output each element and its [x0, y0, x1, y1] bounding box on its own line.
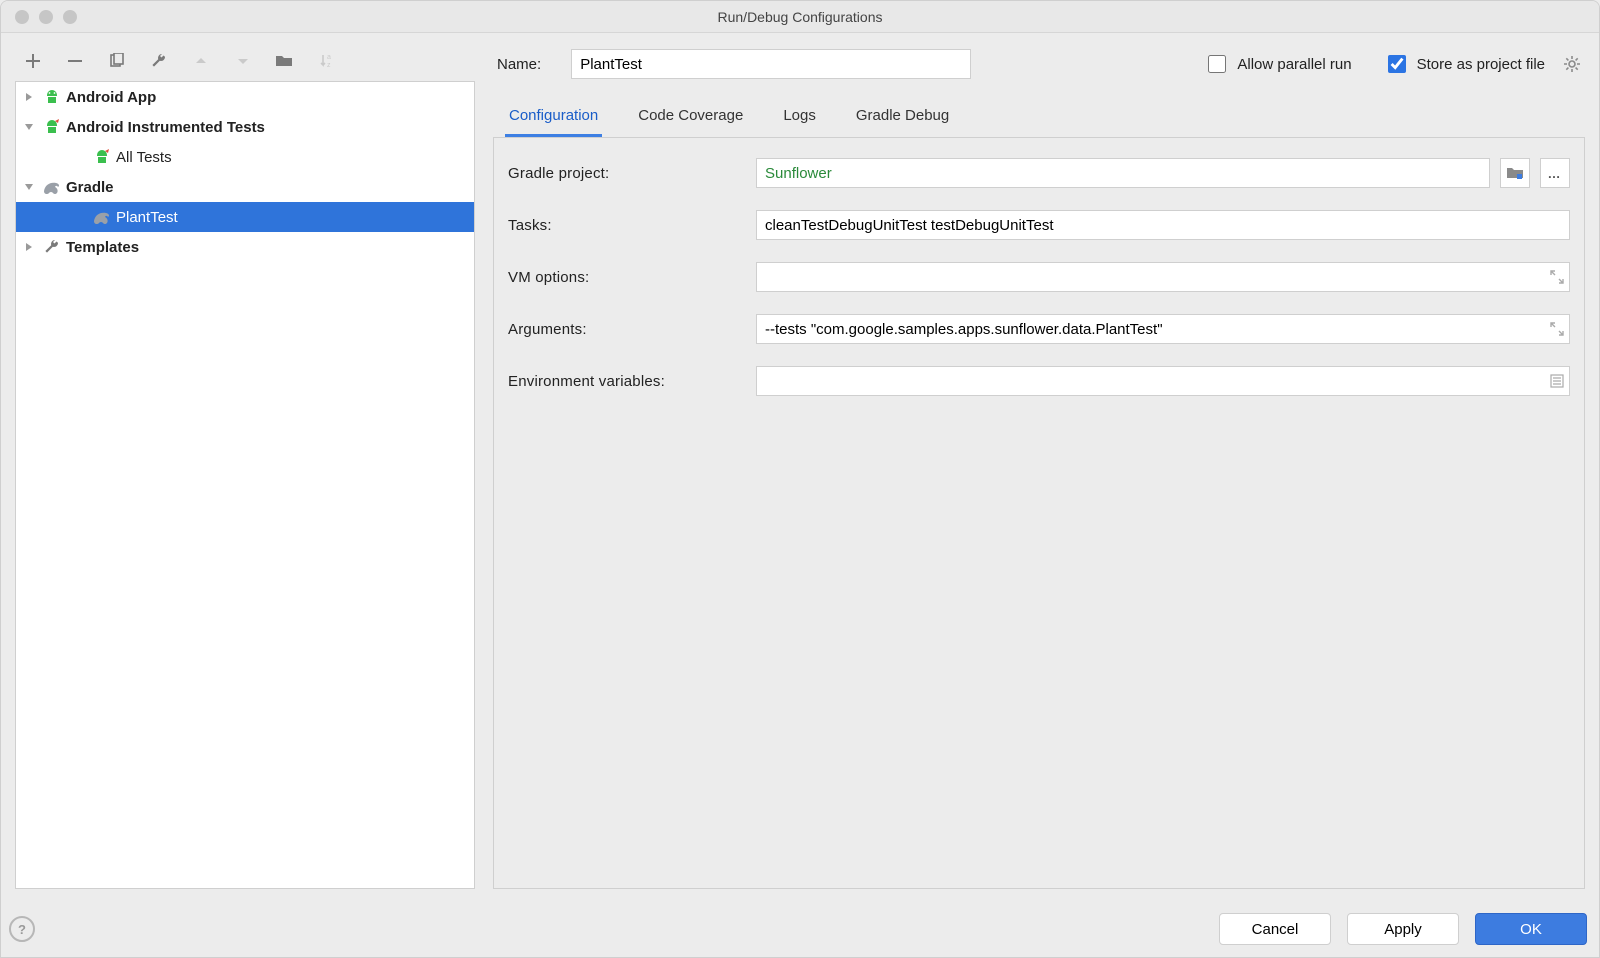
chevron-right-icon[interactable] [24, 92, 40, 102]
window-controls [15, 10, 77, 24]
android-icon [42, 88, 62, 106]
vm-options-row: VM options: [508, 262, 1570, 292]
expand-vm-options-button[interactable] [1550, 270, 1564, 284]
content: + az Android App Android Instrumented Tes… [1, 33, 1599, 903]
tree-toolbar: + az [15, 47, 475, 81]
name-label: Name: [497, 56, 541, 73]
tree-item-label: Templates [66, 239, 139, 256]
tab-configuration[interactable]: Configuration [505, 99, 602, 137]
gradle-icon [42, 179, 62, 195]
tree-item[interactable]: Android Instrumented Tests [16, 112, 474, 142]
folder-plus-icon: + [276, 54, 294, 68]
dialog-window: Run/Debug Configurations [0, 0, 1600, 958]
gradle-project-more-button[interactable]: … [1540, 158, 1570, 188]
gradle-project-input[interactable] [756, 158, 1490, 188]
left-panel: + az Android App Android Instrumented Tes… [15, 47, 475, 889]
expand-icon [1550, 270, 1564, 284]
add-config-button[interactable] [23, 51, 43, 71]
gradle-project-picker-button[interactable] [1500, 158, 1530, 188]
store-project-input[interactable] [1388, 55, 1406, 73]
header-row: Name: Allow parallel run Store as projec… [493, 47, 1585, 89]
env-row: Environment variables: [508, 366, 1570, 396]
env-label: Environment variables: [508, 373, 756, 390]
tree-item-label: Gradle [66, 179, 114, 196]
remove-config-button[interactable] [65, 51, 85, 71]
gradle-icon [92, 209, 112, 225]
chevron-down-icon [237, 55, 249, 67]
config-tree[interactable]: Android App Android Instrumented Tests All… [15, 81, 475, 889]
arguments-row: Arguments: [508, 314, 1570, 344]
chevron-right-icon[interactable] [24, 242, 40, 252]
chevron-up-icon [195, 55, 207, 67]
name-input[interactable] [571, 49, 971, 79]
cancel-button[interactable]: Cancel [1219, 913, 1331, 945]
android-test-icon [42, 118, 62, 136]
svg-text:a: a [327, 54, 331, 61]
sort-button[interactable]: az [317, 51, 337, 71]
dialog-footer: ? Cancel Apply OK [1, 903, 1599, 957]
tab-code-coverage[interactable]: Code Coverage [634, 99, 747, 137]
titlebar: Run/Debug Configurations [1, 1, 1599, 33]
tree-item-label: Android App [66, 89, 156, 106]
env-input[interactable] [756, 366, 1570, 396]
copy-config-button[interactable] [107, 51, 127, 71]
ok-button[interactable]: OK [1475, 913, 1587, 945]
store-project-checkbox[interactable]: Store as project file [1384, 52, 1545, 76]
folder-icon [1507, 166, 1523, 180]
android-test-icon [92, 148, 112, 166]
tree-item-label: All Tests [116, 149, 172, 166]
tree-item[interactable]: All Tests [16, 142, 474, 172]
allow-parallel-checkbox[interactable]: Allow parallel run [1204, 52, 1351, 76]
right-panel: Name: Allow parallel run Store as projec… [493, 47, 1585, 889]
gradle-project-label: Gradle project: [508, 165, 756, 182]
move-up-button[interactable] [191, 51, 211, 71]
arguments-label: Arguments: [508, 321, 756, 338]
svg-text:+: + [290, 54, 294, 62]
tree-item[interactable]: Gradle [16, 172, 474, 202]
wrench-icon [151, 53, 167, 69]
svg-text:z: z [327, 62, 331, 69]
folder-button[interactable]: + [275, 51, 295, 71]
edit-defaults-button[interactable] [149, 51, 169, 71]
tab-gradle-debug[interactable]: Gradle Debug [852, 99, 953, 137]
env-browse-button[interactable] [1550, 374, 1564, 388]
tree-item-label: Android Instrumented Tests [66, 119, 265, 136]
tab-logs[interactable]: Logs [779, 99, 820, 137]
wrench-icon [42, 239, 62, 255]
vm-options-label: VM options: [508, 269, 756, 286]
sort-icon: az [319, 53, 335, 69]
apply-button[interactable]: Apply [1347, 913, 1459, 945]
gradle-project-row: Gradle project: … [508, 158, 1570, 188]
chevron-down-icon[interactable] [24, 182, 40, 192]
store-project-settings-button[interactable] [1563, 55, 1581, 73]
tasks-label: Tasks: [508, 217, 756, 234]
store-project-label: Store as project file [1417, 56, 1545, 73]
expand-icon [1550, 322, 1564, 336]
window-title: Run/Debug Configurations [13, 9, 1587, 25]
vm-options-input[interactable] [756, 262, 1570, 292]
tree-item[interactable]: Android App [16, 82, 474, 112]
tree-item[interactable]: PlantTest [16, 202, 474, 232]
tree-item[interactable]: Templates [16, 232, 474, 262]
tab-bar: Configuration Code Coverage Logs Gradle Deb… [493, 89, 1585, 137]
tasks-input[interactable] [756, 210, 1570, 240]
help-button[interactable]: ? [9, 916, 35, 942]
arguments-input[interactable] [756, 314, 1570, 344]
gear-icon [1563, 55, 1581, 73]
move-down-button[interactable] [233, 51, 253, 71]
allow-parallel-input[interactable] [1208, 55, 1226, 73]
close-window-icon[interactable] [15, 10, 29, 24]
zoom-window-icon[interactable] [63, 10, 77, 24]
copy-icon [109, 53, 125, 69]
minimize-window-icon[interactable] [39, 10, 53, 24]
chevron-down-icon[interactable] [24, 122, 40, 132]
minus-icon [68, 54, 82, 68]
tree-item-label: PlantTest [116, 209, 178, 226]
tasks-row: Tasks: [508, 210, 1570, 240]
plus-icon [26, 54, 40, 68]
list-icon [1550, 374, 1564, 388]
expand-arguments-button[interactable] [1550, 322, 1564, 336]
allow-parallel-label: Allow parallel run [1237, 56, 1351, 73]
configuration-tab-body: Gradle project: … Tasks: [493, 137, 1585, 889]
